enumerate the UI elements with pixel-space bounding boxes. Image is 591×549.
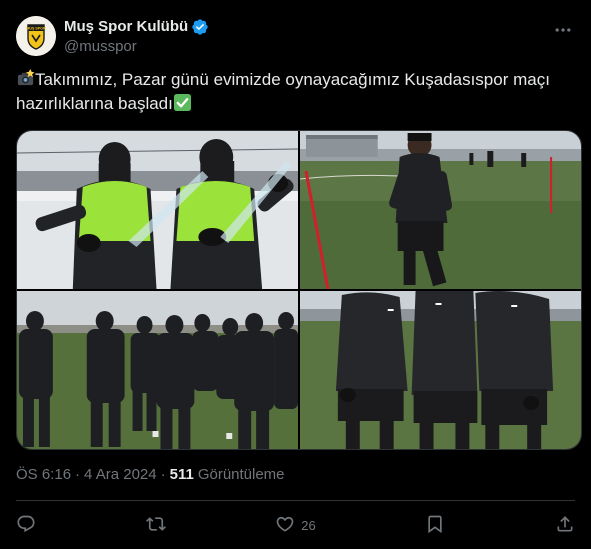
retweet-button[interactable] [145,514,166,537]
meta-separator: · [75,466,81,483]
bookmark-button[interactable] [425,514,445,537]
tweet-header: MUŞ SPOR Muş Spor Kulübü @musspor [16,14,575,58]
tweet-text: Takımımız, Pazar günü evimizde oynayacağ… [16,68,576,116]
photo-player-running-pitch[interactable] [300,131,581,289]
verified-badge-icon [191,18,209,36]
like-count: 26 [301,517,316,533]
bookmark-icon [425,514,445,537]
display-name[interactable]: Muş Spor Kulübü [64,18,188,35]
reply-button[interactable] [16,514,36,537]
like-button[interactable]: 26 [275,514,316,537]
photo-two-players-snow-vests[interactable] [17,131,298,289]
photo-three-players-jackets[interactable] [300,291,581,449]
check-mark-button-emoji [173,93,192,112]
avatar[interactable]: MUŞ SPOR [16,16,56,56]
share-button[interactable] [555,514,575,537]
account-names: Muş Spor Kulübü @musspor [64,18,209,55]
camera-flash-emoji [16,69,35,88]
reply-icon [16,514,36,537]
media-grid [16,130,582,450]
svg-text:MUŞ SPOR: MUŞ SPOR [26,27,46,31]
photo-team-jogging-group[interactable] [17,291,298,449]
tweet-meta: ÖS 6:16 · 4 Ara 2024 · 511 Görüntüleme [16,466,285,483]
share-icon [555,514,575,537]
tweet-date[interactable]: 4 Ara 2024 [84,466,157,483]
more-options-icon[interactable] [551,18,575,42]
meta-separator-2: · [160,466,166,483]
account-handle[interactable]: @musspor [64,38,209,55]
retweet-icon [145,514,166,537]
views-label: Görüntüleme [197,466,285,483]
tweet-body-text: Takımımız, Pazar günü evimizde oynayacağ… [16,70,550,113]
divider [16,500,575,501]
views-count: 511 [169,466,194,483]
heart-icon [275,514,295,537]
tweet-time[interactable]: ÖS 6:16 [16,466,71,483]
action-bar: 26 [16,512,575,538]
club-crest-logo: MUŞ SPOR [16,16,56,56]
